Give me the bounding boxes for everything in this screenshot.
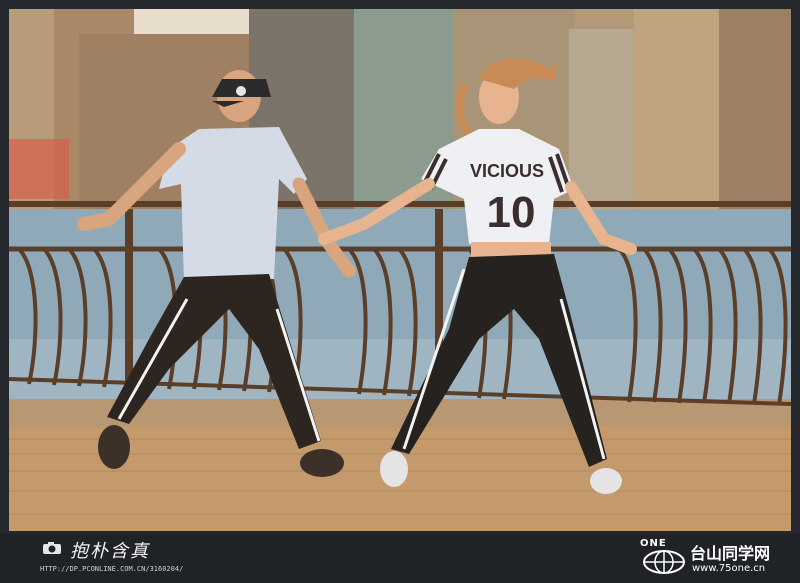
site-name: 台山同学网 bbox=[690, 544, 771, 563]
site-watermark: ONE 台山同学网 www.75one.cn bbox=[640, 538, 795, 578]
photographer-watermark: 抱朴含真 HTTP://DP.PCONLINE.COM.CN/3160204/ bbox=[40, 537, 200, 577]
jersey-text: VICIOUS bbox=[470, 161, 544, 181]
photographer-signature: 抱朴含真 bbox=[70, 541, 150, 562]
photo: VICIOUS 10 bbox=[9, 9, 791, 531]
jersey-number: 10 bbox=[487, 188, 536, 237]
city-skyline bbox=[9, 9, 791, 219]
camera-icon bbox=[43, 542, 61, 554]
photo-scene: VICIOUS 10 bbox=[9, 9, 791, 531]
globe-icon bbox=[643, 550, 685, 574]
site-url: www.75one.cn bbox=[692, 563, 766, 574]
brand-text: ONE bbox=[640, 538, 667, 549]
photographer-url: HTTP://DP.PCONLINE.COM.CN/3160204/ bbox=[40, 565, 184, 573]
